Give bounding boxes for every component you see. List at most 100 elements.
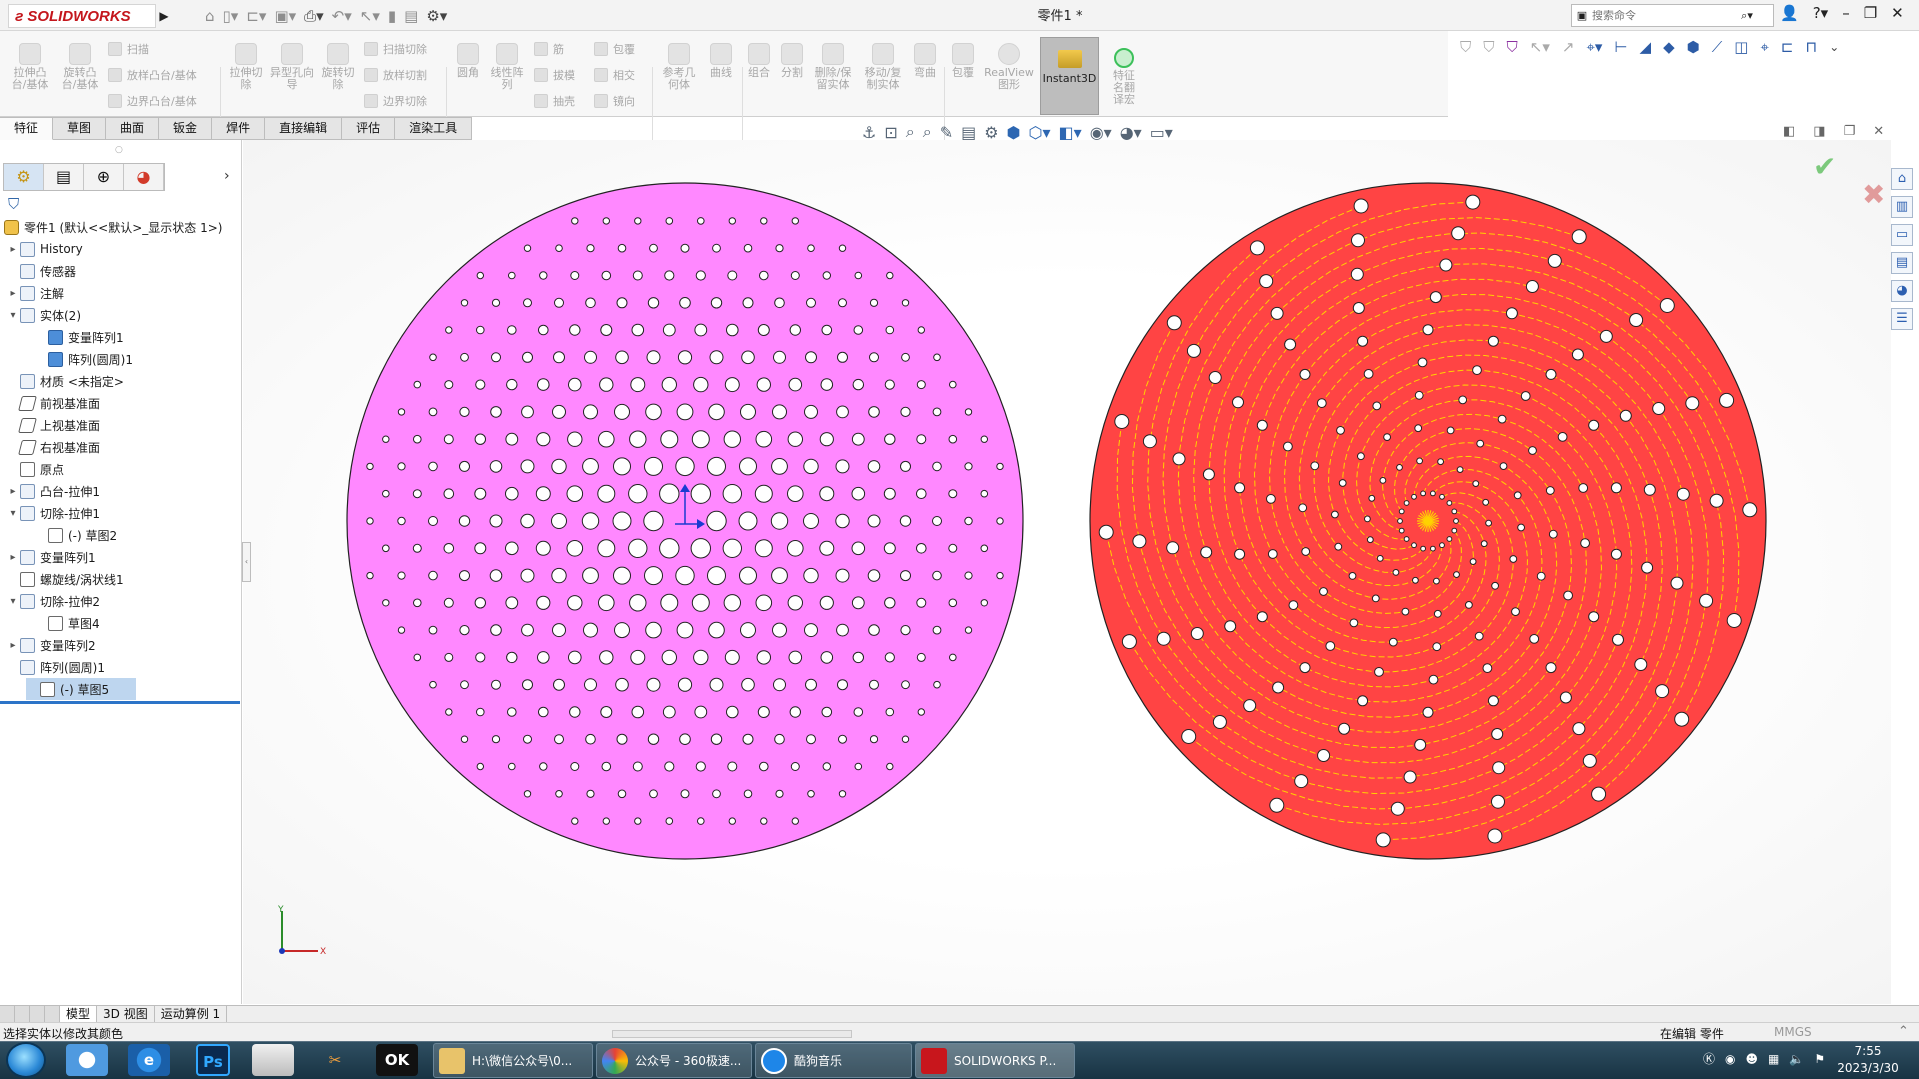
tree-node-variable-pattern1[interactable]: ▸ 变量阵列1	[6, 546, 96, 568]
video-app-icon[interactable]: OK	[376, 1044, 418, 1076]
search-type-icon[interactable]: ▣	[1572, 5, 1592, 26]
instant3d-button[interactable]: Instant3D	[1040, 37, 1099, 115]
intersect-button[interactable]: 相交	[594, 67, 635, 83]
tab-features[interactable]: 特征	[0, 117, 54, 140]
view-orientation-icon[interactable]: ⚓	[862, 123, 876, 142]
custom-properties-icon[interactable]: ☰	[1891, 308, 1913, 330]
vertex-filter-icon[interactable]: ⌖▾	[1586, 38, 1602, 56]
surface-filter-icon[interactable]: ◆	[1663, 38, 1675, 56]
taskbar-app-browser[interactable]: 公众号 - 360极速...	[596, 1043, 752, 1078]
search-input[interactable]	[1592, 9, 1737, 22]
graphics-viewport[interactable]	[243, 140, 1891, 1004]
undo-icon[interactable]: ↶▾	[332, 7, 352, 25]
tab-scroll-arrows[interactable]	[0, 1006, 60, 1022]
tab-motion-study[interactable]: 运动算例 1	[155, 1006, 228, 1022]
expand-arrow-icon[interactable]: ▸	[6, 244, 20, 255]
dynamic-annotation-icon[interactable]: ▤	[961, 123, 976, 142]
panel-grip[interactable]: ○	[115, 145, 123, 155]
section-view-icon[interactable]: ✎	[940, 123, 953, 142]
delete-keep-body-button[interactable]: 删除/保留实体	[810, 43, 856, 91]
zoom-to-fit-icon[interactable]: ⊡	[884, 123, 897, 142]
model-graphics[interactable]	[243, 140, 1891, 1004]
tree-node-origin[interactable]: 原点	[6, 458, 64, 480]
resources-icon[interactable]: ⌂	[1891, 168, 1913, 190]
configuration-manager-tab-icon[interactable]: ⊕	[84, 164, 124, 190]
confirm-checkmark-icon[interactable]: ✔	[1813, 150, 1836, 183]
face-filter-icon[interactable]: ◢	[1640, 38, 1652, 56]
tab-sketch[interactable]: 草图	[53, 117, 107, 140]
expand-arrow-icon[interactable]: ▸	[6, 552, 20, 563]
unit-system[interactable]: MMGS	[1774, 1025, 1812, 1039]
tree-node-material[interactable]: 材质 <未指定>	[6, 370, 124, 392]
tree-node-root[interactable]: 零件1 (默认<<默认>_显示状态 1>)	[4, 216, 222, 238]
home-icon[interactable]: ⌂	[205, 7, 215, 25]
tree-node-cut-extrude1[interactable]: ▾ 切除-拉伸1	[6, 502, 100, 524]
tab-model[interactable]: 模型	[60, 1006, 98, 1022]
tree-node-right-plane[interactable]: 右视基准面	[6, 436, 100, 458]
tab-direct-editing[interactable]: 直接编辑	[265, 117, 343, 140]
restore-icon[interactable]: ❐	[1864, 4, 1877, 22]
lofted-cut-button[interactable]: 放样切割	[364, 67, 427, 83]
tab-weldments[interactable]: 焊件	[212, 117, 266, 140]
tree-node-top-plane[interactable]: 上视基准面	[6, 414, 100, 436]
expand-arrow-icon[interactable]: ▸	[6, 486, 20, 497]
wrap-feature-button[interactable]: 包覆	[948, 43, 978, 79]
menu-expand-arrow-icon[interactable]: ▶	[157, 6, 171, 26]
previous-view-icon[interactable]: ⌕	[923, 122, 932, 142]
view-cube-icon[interactable]: ⬢	[1007, 123, 1021, 142]
point-filter-icon[interactable]: ⌖	[1760, 38, 1768, 56]
feature-name-translate-macro-button[interactable]: 特征名翻译宏	[1108, 48, 1140, 106]
display-style-icon[interactable]: ⚙	[984, 123, 998, 142]
realview-button[interactable]: RealView图形	[984, 43, 1034, 91]
media-app-icon[interactable]	[252, 1044, 294, 1076]
tray-network-icon[interactable]: ▦	[1768, 1052, 1779, 1066]
rebuild-icon[interactable]: ▮	[388, 7, 396, 25]
zoom-area-icon[interactable]: ⌕	[906, 122, 915, 142]
tree-node-solid-bodies[interactable]: ▾ 实体(2)	[6, 304, 81, 326]
tab-surfaces[interactable]: 曲面	[106, 117, 160, 140]
clock[interactable]: 7:55 2023/3/30	[1833, 1043, 1903, 1077]
tree-node-sketch5[interactable]: (-) 草图5	[26, 678, 136, 700]
revolved-cut-button[interactable]: 旋转切除	[318, 43, 358, 91]
property-manager-tab-icon[interactable]: ▤	[44, 164, 84, 190]
rollback-bar[interactable]	[0, 701, 240, 704]
viewport-prev-icon[interactable]: ◧	[1783, 124, 1795, 139]
browser-icon[interactable]: e	[128, 1044, 170, 1076]
select-alt-icon[interactable]: ↗	[1562, 38, 1575, 56]
tree-node-history[interactable]: ▸ History	[6, 238, 83, 260]
tree-node-body1[interactable]: 变量阵列1	[34, 326, 124, 348]
lofted-boss-button[interactable]: 放样凸台/基体	[108, 67, 197, 83]
new-document-icon[interactable]: ▯▾	[223, 7, 239, 25]
appearances-icon[interactable]: ◕	[1891, 280, 1913, 302]
select-icon[interactable]: ↖▾	[360, 7, 380, 25]
status-expand-icon[interactable]: ⌃	[1898, 1024, 1909, 1039]
hide-show-icon[interactable]: ◧▾	[1059, 123, 1082, 142]
edit-appearance-icon[interactable]: ◉▾	[1090, 123, 1112, 142]
taskbar-app-solidworks[interactable]: SOLIDWORKS P...	[915, 1043, 1075, 1078]
circular-pattern-part[interactable]	[1089, 182, 1767, 860]
viewport-next-icon[interactable]: ◨	[1813, 124, 1825, 139]
status-scrollbar[interactable]	[612, 1030, 852, 1038]
panel-expand-arrow-icon[interactable]: ›	[224, 168, 230, 184]
tray-record-icon[interactable]: ◉	[1725, 1052, 1735, 1066]
swept-boss-button[interactable]: 扫描	[108, 41, 149, 57]
tree-filter-icon[interactable]: ⛉	[8, 195, 19, 213]
flex-button[interactable]: 弯曲	[910, 43, 940, 79]
tab-render-tools[interactable]: 渲染工具	[395, 117, 473, 140]
mirror-button[interactable]: 镜向	[594, 93, 635, 109]
tree-node-sensors[interactable]: 传感器	[6, 260, 76, 282]
more-filter-icon[interactable]: ⊓	[1805, 38, 1817, 56]
cancel-x-icon[interactable]: ✖	[1862, 178, 1885, 211]
save-icon[interactable]: ▣▾	[274, 7, 296, 25]
collapse-arrow-icon[interactable]: ▾	[6, 310, 20, 321]
edge-filter-icon[interactable]: ⊢	[1614, 38, 1627, 56]
tree-node-sketch2[interactable]: (-) 草图2	[34, 524, 117, 546]
photoshop-icon[interactable]: Ps	[196, 1044, 230, 1076]
viewport-restore-icon[interactable]: ❐	[1844, 124, 1856, 139]
extruded-cut-button[interactable]: 拉伸切除	[226, 43, 266, 91]
tray-k-icon[interactable]: Ⓚ	[1703, 1050, 1715, 1067]
fillet-button[interactable]: 圆角	[452, 43, 484, 79]
viewport-close-icon[interactable]: ✕	[1873, 124, 1884, 139]
split-button[interactable]: 分割	[777, 43, 807, 79]
tab-sheet-metal[interactable]: 钣金	[159, 117, 213, 140]
